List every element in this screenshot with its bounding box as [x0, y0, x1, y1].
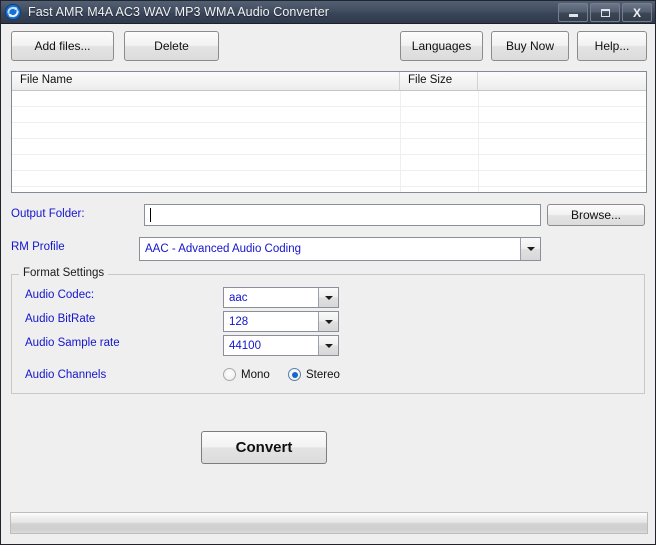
delete-button[interactable]: Delete	[124, 31, 219, 61]
audio-codec-label: Audio Codec:	[25, 289, 95, 301]
column-header-file-size[interactable]: File Size	[400, 72, 478, 90]
audio-channels-radio-stereo[interactable]: Stereo	[288, 368, 340, 381]
format-settings-title: Format Settings	[19, 267, 109, 279]
radio-icon-checked	[288, 368, 301, 381]
caption-button-group: X	[558, 3, 652, 22]
title-bar: Fast AMR M4A AC3 WAV MP3 WMA Audio Conve…	[1, 1, 655, 24]
convert-button[interactable]: Convert	[201, 431, 327, 464]
help-button[interactable]: Help...	[577, 31, 647, 61]
audio-bitrate-select[interactable]: 128	[223, 311, 339, 332]
table-row[interactable]	[12, 139, 646, 155]
audio-channels-radio-mono[interactable]: Mono	[223, 368, 270, 381]
column-header-blank[interactable]	[478, 72, 646, 90]
table-row[interactable]	[12, 91, 646, 107]
audio-sample-rate-value: 44100	[229, 339, 261, 352]
audio-codec-value: aac	[229, 291, 248, 304]
stereo-label: Stereo	[306, 368, 340, 381]
application-window: Fast AMR M4A AC3 WAV MP3 WMA Audio Conve…	[0, 0, 656, 545]
maximize-button[interactable]	[590, 3, 620, 22]
rm-profile-select[interactable]: AAC - Advanced Audio Coding	[139, 237, 541, 261]
column-divider-2	[478, 91, 479, 192]
close-button[interactable]: X	[622, 3, 652, 22]
rm-profile-value: AAC - Advanced Audio Coding	[145, 243, 301, 255]
chevron-down-icon[interactable]	[318, 336, 338, 355]
browse-button[interactable]: Browse...	[547, 204, 645, 226]
chevron-down-icon[interactable]	[520, 238, 540, 260]
rm-profile-label: RM Profile	[11, 241, 65, 253]
window-title: Fast AMR M4A AC3 WAV MP3 WMA Audio Conve…	[28, 5, 330, 19]
chevron-down-icon[interactable]	[318, 288, 338, 307]
maximize-icon	[600, 8, 610, 17]
column-divider-1	[400, 91, 401, 192]
toolbar: Add files... Delete Languages Buy Now He…	[1, 23, 655, 69]
app-icon-convert-arrows	[4, 3, 22, 21]
column-header-file-name[interactable]: File Name	[12, 72, 400, 90]
audio-bitrate-label: Audio BitRate	[25, 313, 96, 325]
chevron-down-icon[interactable]	[318, 312, 338, 331]
file-list[interactable]: File Name File Size	[11, 71, 647, 193]
buy-now-button[interactable]: Buy Now	[491, 31, 569, 61]
table-row[interactable]	[12, 171, 646, 187]
audio-bitrate-value: 128	[229, 315, 249, 328]
table-row[interactable]	[12, 155, 646, 171]
minimize-button[interactable]	[558, 3, 588, 22]
output-folder-label: Output Folder:	[11, 208, 85, 220]
languages-button[interactable]: Languages	[400, 31, 483, 61]
table-row[interactable]	[12, 123, 646, 139]
audio-channels-label: Audio Channels	[25, 369, 107, 381]
close-icon: X	[632, 5, 641, 20]
progress-bar	[10, 512, 648, 534]
text-caret	[150, 208, 151, 222]
table-row[interactable]	[12, 107, 646, 123]
minimize-icon	[568, 13, 578, 17]
audio-sample-rate-label: Audio Sample rate	[25, 337, 120, 349]
radio-icon-unchecked	[223, 368, 236, 381]
add-files-button[interactable]: Add files...	[11, 31, 114, 61]
audio-sample-rate-select[interactable]: 44100	[223, 335, 339, 356]
mono-label: Mono	[241, 368, 270, 381]
output-folder-input[interactable]	[144, 204, 541, 226]
file-list-body[interactable]	[12, 91, 646, 192]
file-list-header: File Name File Size	[12, 72, 646, 91]
audio-codec-select[interactable]: aac	[223, 287, 339, 308]
